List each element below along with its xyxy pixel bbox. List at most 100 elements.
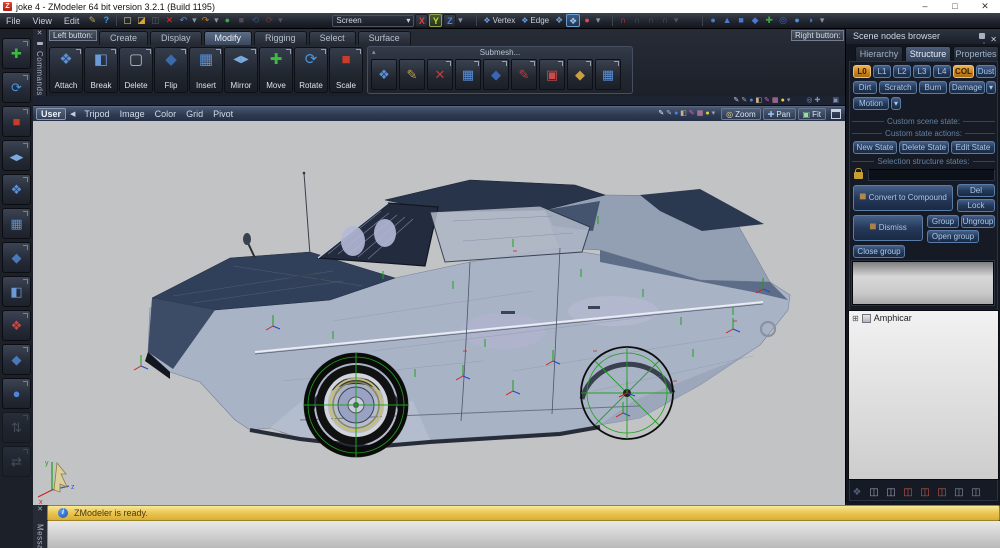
flip-button[interactable]: ◆Flip: [154, 47, 188, 93]
structure-cube-icon[interactable]: ❖: [851, 486, 863, 499]
group-button[interactable]: Group: [927, 215, 959, 228]
lod1-button[interactable]: L1: [873, 65, 891, 78]
sidebar-mirror-button[interactable]: ◀▶: [2, 140, 31, 171]
attach-button[interactable]: ❖Attach: [49, 47, 83, 93]
sidebar-detach-button[interactable]: ◆: [2, 344, 31, 375]
scene-tree[interactable]: ⊞ Amphicar: [848, 310, 999, 480]
primitive-torus-icon[interactable]: ●: [790, 14, 804, 27]
primitive-caret-icon[interactable]: ▾: [818, 14, 826, 27]
dust-button[interactable]: Dust: [976, 65, 996, 78]
new-file-icon[interactable]: ▢: [120, 14, 134, 27]
eraser-icon[interactable]: ◧: [756, 97, 763, 105]
tab-surface[interactable]: Surface: [358, 31, 411, 45]
lod0-button[interactable]: L0: [853, 65, 871, 78]
collision-button[interactable]: COL: [953, 65, 974, 78]
new-state-button[interactable]: New State: [853, 141, 897, 154]
snap-magnet-icon[interactable]: ∩: [616, 14, 630, 27]
vertex-mode-button[interactable]: ❖ Vertex: [480, 14, 518, 27]
panel-pin-icon[interactable]: [37, 42, 43, 45]
menu-view[interactable]: View: [27, 16, 58, 26]
submesh-tool-button[interactable]: ◆: [483, 59, 509, 90]
ungroup-button[interactable]: Ungroup: [961, 215, 995, 228]
primitive-cylinder-icon[interactable]: ■: [734, 14, 748, 27]
primitive-sphere-icon[interactable]: ◎: [776, 14, 790, 27]
viewport-menu-color[interactable]: Color: [150, 109, 182, 119]
burn-button[interactable]: Burn: [919, 81, 947, 94]
viewport-menu-grid[interactable]: Grid: [181, 109, 208, 119]
state-dup-icon[interactable]: ◫: [970, 486, 982, 499]
minimize-button[interactable]: –: [910, 0, 940, 13]
edge-mode-button[interactable]: ❖ Edge: [518, 14, 552, 27]
state-export-icon[interactable]: ◫: [919, 486, 931, 499]
tree-row-amphicar[interactable]: ⊞ Amphicar: [849, 311, 998, 323]
submesh-tool-button[interactable]: ✎: [399, 59, 425, 90]
help-icon[interactable]: ?: [99, 14, 113, 27]
dirt-button[interactable]: Dirt: [853, 81, 877, 94]
convert-to-compound-button[interactable]: ■ Convert to Compound: [853, 185, 953, 211]
submesh-tool-button[interactable]: ▣: [539, 59, 565, 90]
options-corner-icon[interactable]: [502, 61, 507, 66]
draw-pen-icon[interactable]: ✎: [734, 97, 740, 105]
delete-icon[interactable]: ✕: [162, 14, 176, 27]
tab-properties[interactable]: Properties: [953, 46, 999, 61]
state-paste-icon[interactable]: ◫: [953, 486, 965, 499]
move-button[interactable]: ✚Move: [259, 47, 293, 93]
texture-icon[interactable]: ■: [234, 14, 248, 27]
blob-icon[interactable]: ●: [749, 97, 753, 105]
options-corner-icon[interactable]: [146, 49, 151, 54]
tab-display[interactable]: Display: [150, 31, 202, 45]
fit-button[interactable]: ▣ Fit: [798, 108, 826, 120]
axis-z-button[interactable]: Z: [443, 14, 456, 27]
snap-caret-icon[interactable]: ▾: [672, 14, 680, 27]
open-folder-icon[interactable]: ◪: [134, 14, 148, 27]
tree-node-label[interactable]: Amphicar: [874, 313, 912, 323]
viewport-menu-pivot[interactable]: Pivot: [208, 109, 238, 119]
primitive-box-icon[interactable]: ◆: [748, 14, 762, 27]
collapse-icon[interactable]: ▴: [372, 47, 376, 58]
uv-mode-icon[interactable]: ●: [580, 14, 594, 27]
checker-icon[interactable]: ▦: [697, 110, 704, 118]
menu-file[interactable]: File: [0, 16, 27, 26]
viewport-menu-tripod[interactable]: Tripod: [79, 109, 114, 119]
rotate-button[interactable]: ⟳Rotate: [294, 47, 328, 93]
sidebar-move-sideways-button[interactable]: ⇄: [2, 446, 31, 477]
options-corner-icon[interactable]: [558, 61, 563, 66]
pan-button[interactable]: ✚ Pan: [763, 108, 796, 120]
sidebar-attach-button[interactable]: ❖: [2, 174, 31, 205]
undo-history-icon[interactable]: ⟲: [248, 14, 262, 27]
insert-button[interactable]: ▦Insert: [189, 47, 223, 93]
panel-close-icon[interactable]: ✕: [37, 506, 43, 514]
submesh-header[interactable]: ▴ Submesh...: [368, 47, 632, 58]
redo-history-icon[interactable]: ⟳: [262, 14, 276, 27]
sidebar-flip-button[interactable]: ◆: [2, 242, 31, 273]
motion-caret-icon[interactable]: ▾: [891, 97, 901, 110]
sidebar-break-button[interactable]: ◧: [2, 276, 31, 307]
delete-button[interactable]: ▢Delete: [119, 47, 153, 93]
vp-caret-icon[interactable]: ▾: [712, 110, 716, 118]
close-group-button[interactable]: Close group: [853, 245, 905, 258]
sidebar-move-button[interactable]: ✚: [2, 38, 31, 69]
sidebar-weld-button[interactable]: ❖: [2, 310, 31, 341]
lock-button[interactable]: Lock: [957, 199, 995, 212]
menu-edit[interactable]: Edit: [58, 16, 86, 26]
checker-icon[interactable]: ▦: [772, 97, 779, 105]
primitive-helper-icon[interactable]: ✚: [762, 14, 776, 27]
submesh-tool-button[interactable]: ✕: [427, 59, 453, 90]
state-copy-icon[interactable]: ◫: [936, 486, 948, 499]
sidebar-rotate-button[interactable]: ⟳: [2, 72, 31, 103]
panel-pin-icon[interactable]: [979, 33, 985, 39]
submesh-tool-button[interactable]: ❖: [371, 59, 397, 90]
lod2-button[interactable]: L2: [893, 65, 911, 78]
axis-y-button[interactable]: Y: [429, 14, 442, 27]
state-name-field[interactable]: [868, 169, 995, 181]
primitive-cone-icon[interactable]: ▲: [720, 14, 734, 27]
sidebar-sphere-tool-button[interactable]: ●: [2, 378, 31, 409]
lock-icon[interactable]: [854, 172, 863, 179]
messages-log-area[interactable]: [47, 521, 1000, 548]
options-corner-icon[interactable]: [356, 49, 361, 54]
tab-structure[interactable]: Structure: [905, 46, 951, 61]
snap-edge-icon[interactable]: ∩: [658, 14, 672, 27]
edit-state-button[interactable]: Edit State: [951, 141, 995, 154]
options-corner-icon[interactable]: [216, 49, 221, 54]
commands-panel-tab[interactable]: ✕ Commands: [33, 29, 47, 96]
